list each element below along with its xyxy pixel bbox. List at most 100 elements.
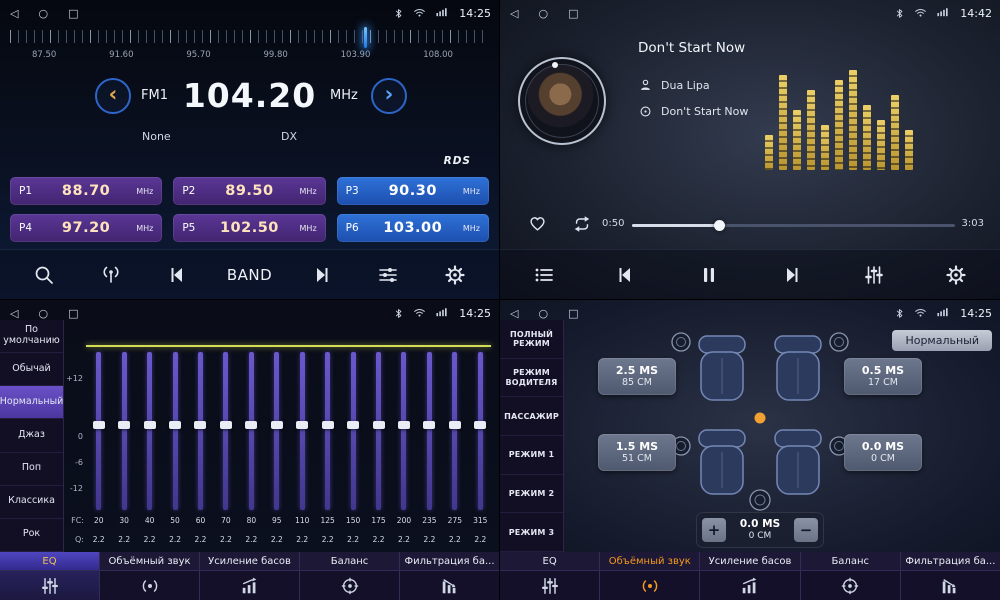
eq-preset-item[interactable]: Джаз	[0, 419, 63, 452]
playlist-button[interactable]	[526, 257, 562, 293]
tab-eq[interactable]: EQ	[500, 552, 600, 600]
pause-button[interactable]	[691, 257, 727, 293]
eq-band-track[interactable]	[376, 352, 381, 510]
recents-icon[interactable]: □	[568, 308, 578, 319]
preset-button[interactable]: P1 88.70 MHz	[10, 177, 162, 205]
equalizer-button[interactable]	[856, 257, 892, 293]
preset-button[interactable]: P4 97.20 MHz	[10, 214, 162, 242]
settings-button[interactable]	[938, 257, 974, 293]
back-icon[interactable]: ◁	[510, 8, 518, 19]
search-icon	[33, 264, 55, 286]
band-button[interactable]: BAND	[227, 257, 272, 293]
tab-bass-boost[interactable]: Усиление басов	[700, 552, 800, 600]
audio-settings-button[interactable]	[370, 257, 406, 293]
rear-left-delay[interactable]: 1.5 MS 51 CM	[598, 434, 676, 471]
home-icon[interactable]: ○	[538, 8, 548, 19]
antenna-button[interactable]	[93, 257, 129, 293]
seek-up-button[interactable]: ›	[371, 78, 407, 114]
eq-band-handle[interactable]	[296, 421, 308, 429]
eq-preset-item[interactable]: Нормальный	[0, 386, 63, 419]
recents-icon[interactable]: □	[568, 8, 578, 19]
eq-band-handle[interactable]	[347, 421, 359, 429]
eq-band-handle[interactable]	[271, 421, 283, 429]
preset-button[interactable]: P3 90.30 MHz	[337, 177, 489, 205]
tab-balance[interactable]: Баланс	[300, 552, 400, 600]
back-icon[interactable]: ◁	[510, 308, 518, 319]
eq-band-handle[interactable]	[398, 421, 410, 429]
listening-mode-item[interactable]: ПАССАЖИР	[500, 397, 563, 436]
tab-bass-filter[interactable]: Фильтрация ба...	[400, 552, 499, 600]
profile-button[interactable]: Нормальный	[892, 330, 992, 351]
back-icon[interactable]: ◁	[10, 308, 18, 319]
increase-delay-button[interactable]: +	[702, 518, 726, 542]
eq-band-handle[interactable]	[245, 421, 257, 429]
favorite-button[interactable]	[527, 213, 548, 233]
tab-eq[interactable]: EQ	[0, 552, 100, 600]
eq-preset-item[interactable]: Классика	[0, 486, 63, 519]
eq-band-track[interactable]	[325, 352, 330, 510]
eq-band-track[interactable]	[223, 352, 228, 510]
eq-preset-item[interactable]: Обычай	[0, 353, 63, 386]
preset-button[interactable]: P6 103.00 MHz	[337, 214, 489, 242]
listening-mode-item[interactable]: РЕЖИМ ВОДИТЕЛЯ	[500, 359, 563, 398]
home-icon[interactable]: ○	[538, 308, 548, 319]
recents-icon[interactable]: □	[68, 8, 78, 19]
album-art[interactable]	[518, 57, 606, 145]
recents-icon[interactable]: □	[68, 308, 78, 319]
eq-band-handle[interactable]	[423, 421, 435, 429]
progress-bar[interactable]	[632, 224, 955, 227]
search-button[interactable]	[26, 257, 62, 293]
eq-band-track[interactable]	[147, 352, 152, 510]
listening-mode-item[interactable]: РЕЖИМ 3	[500, 513, 563, 552]
eq-band-track[interactable]	[478, 352, 483, 510]
preset-button[interactable]: P5 102.50 MHz	[173, 214, 325, 242]
progress-knob[interactable]	[714, 220, 725, 231]
eq-band-handle[interactable]	[449, 421, 461, 429]
listening-mode-item[interactable]: РЕЖИМ 1	[500, 436, 563, 475]
front-right-delay[interactable]: 0.5 MS 17 CM	[844, 358, 922, 395]
tab-bass-boost[interactable]: Усиление басов	[200, 552, 300, 600]
previous-station-button[interactable]	[160, 257, 196, 293]
back-icon[interactable]: ◁	[10, 8, 18, 19]
eq-band-track[interactable]	[300, 352, 305, 510]
next-track-button[interactable]	[773, 257, 809, 293]
eq-band-track[interactable]	[351, 352, 356, 510]
decrease-delay-button[interactable]: −	[794, 518, 818, 542]
home-icon[interactable]: ○	[38, 308, 48, 319]
settings-button[interactable]	[437, 257, 473, 293]
eq-band-track[interactable]	[198, 352, 203, 510]
eq-band-handle[interactable]	[474, 421, 486, 429]
eq-band-track[interactable]	[427, 352, 432, 510]
tab-surround-sound[interactable]: Объёмный звук	[100, 552, 200, 600]
preset-button[interactable]: P2 89.50 MHz	[173, 177, 325, 205]
tab-bass-filter[interactable]: Фильтрация ба...	[901, 552, 1000, 600]
rear-right-delay[interactable]: 0.0 MS 0 CM	[844, 434, 922, 471]
eq-band-track[interactable]	[96, 352, 101, 510]
eq-band-track[interactable]	[274, 352, 279, 510]
eq-band-track[interactable]	[249, 352, 254, 510]
eq-preset-item[interactable]: Поп	[0, 453, 63, 486]
eq-band-handle[interactable]	[220, 421, 232, 429]
eq-band-handle[interactable]	[322, 421, 334, 429]
eq-band-track[interactable]	[452, 352, 457, 510]
eq-band-track[interactable]	[401, 352, 406, 510]
tab-surround-sound[interactable]: Объёмный звук	[600, 552, 700, 600]
frequency-ruler[interactable]: 87.5091.6095.7099.80103.90108.00	[10, 30, 489, 66]
tab-balance[interactable]: Баланс	[801, 552, 901, 600]
eq-preset-item[interactable]: Рок	[0, 519, 63, 552]
eq-band-handle[interactable]	[144, 421, 156, 429]
eq-band-handle[interactable]	[118, 421, 130, 429]
eq-band-handle[interactable]	[93, 421, 105, 429]
eq-band-track[interactable]	[173, 352, 178, 510]
home-icon[interactable]: ○	[38, 8, 48, 19]
eq-band-track[interactable]	[122, 352, 127, 510]
eq-band-handle[interactable]	[194, 421, 206, 429]
repeat-button[interactable]	[572, 214, 592, 234]
next-station-button[interactable]	[303, 257, 339, 293]
previous-track-button[interactable]	[608, 257, 644, 293]
eq-band-handle[interactable]	[373, 421, 385, 429]
front-left-delay[interactable]: 2.5 MS 85 CM	[598, 358, 676, 395]
eq-band-handle[interactable]	[169, 421, 181, 429]
spectrum-bar	[905, 130, 913, 170]
listening-mode-item[interactable]: РЕЖИМ 2	[500, 475, 563, 514]
